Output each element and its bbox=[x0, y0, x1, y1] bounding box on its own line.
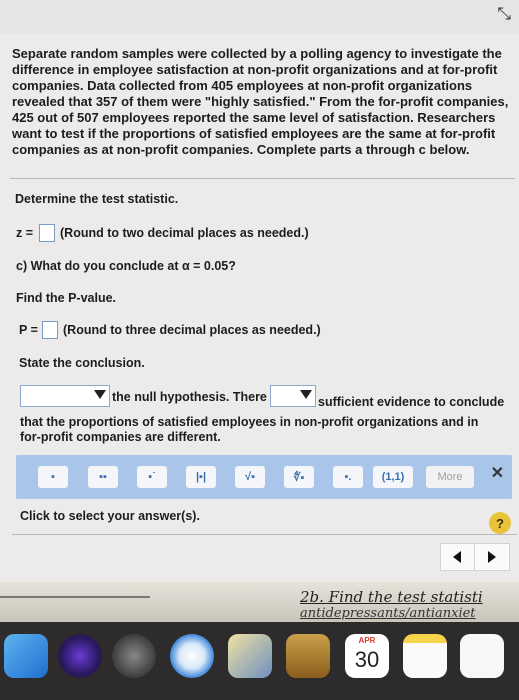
square-root-icon: √▪ bbox=[245, 471, 255, 483]
conclusion-line-2: that the proportions of satisfied employ… bbox=[20, 415, 479, 429]
z-input[interactable] bbox=[39, 224, 55, 242]
expand-icon[interactable]: ⤡ bbox=[497, 4, 511, 24]
nth-root-button[interactable]: ∜▪ bbox=[284, 466, 314, 488]
divider bbox=[10, 178, 515, 179]
decimal-button[interactable]: ▪. bbox=[333, 466, 363, 488]
handwritten-note-1: 2b. Find the test statisti bbox=[300, 588, 483, 606]
mixed-number-icon: ▪▪ bbox=[99, 471, 107, 483]
exponent-icon: ▪˙ bbox=[148, 471, 156, 483]
fraction-button[interactable]: ▪ bbox=[38, 466, 68, 488]
part-c-heading: c) What do you conclude at α = 0.05? bbox=[16, 259, 236, 273]
p-round-note: (Round to three decimal places as needed… bbox=[63, 323, 321, 337]
z-label: z = bbox=[16, 226, 34, 240]
absolute-value-button[interactable]: |▪| bbox=[186, 466, 216, 488]
safari-icon[interactable] bbox=[170, 634, 214, 678]
more-button[interactable]: More bbox=[426, 466, 474, 488]
mixed-number-button[interactable]: ▪▪ bbox=[88, 466, 118, 488]
top-bar: ⤡ bbox=[0, 0, 519, 34]
chevron-down-icon bbox=[300, 390, 312, 399]
decimal-icon: ▪. bbox=[344, 471, 352, 483]
calendar-month: APR bbox=[358, 636, 376, 645]
dock: APR 30 bbox=[0, 622, 519, 700]
next-button[interactable] bbox=[474, 543, 510, 571]
mail-icon[interactable] bbox=[228, 634, 272, 678]
reminders-icon[interactable] bbox=[460, 634, 504, 678]
handwritten-note-2: antidepressants/antianxiet bbox=[300, 606, 476, 621]
interval-icon: (1,1) bbox=[381, 471, 405, 483]
previous-button[interactable] bbox=[440, 543, 476, 571]
p-label: P = bbox=[19, 323, 38, 337]
part-b-heading: Determine the test statistic. bbox=[15, 192, 179, 206]
conclusion-text-mid: the null hypothesis. There bbox=[112, 390, 267, 404]
absolute-value-icon: |▪| bbox=[195, 471, 207, 483]
interval-button[interactable]: (1,1) bbox=[373, 466, 413, 488]
contacts-icon[interactable] bbox=[286, 634, 330, 678]
help-button[interactable]: ? bbox=[489, 512, 511, 534]
nth-root-icon: ∜▪ bbox=[293, 471, 305, 484]
notes-icon[interactable] bbox=[403, 634, 447, 678]
pvalue-prompt: Find the P-value. bbox=[16, 291, 117, 305]
evidence-dropdown[interactable] bbox=[270, 385, 316, 407]
browser-screen: ⤡ Separate random samples were collected… bbox=[0, 0, 519, 590]
launchpad-icon[interactable] bbox=[112, 634, 156, 678]
exponent-button[interactable]: ▪˙ bbox=[137, 466, 167, 488]
calendar-day: 30 bbox=[354, 647, 380, 672]
question-text: Separate random samples were collected b… bbox=[12, 46, 509, 157]
conclusion-line-3: for-profit companies are different. bbox=[20, 430, 221, 444]
p-input[interactable] bbox=[42, 321, 58, 339]
math-toolbar: ▪ ▪▪ ▪˙ |▪| √▪ ∜▪ ▪. (1,1) More ✕ bbox=[16, 455, 512, 499]
siri-icon[interactable] bbox=[58, 634, 102, 678]
close-icon[interactable]: ✕ bbox=[491, 463, 504, 483]
chevron-down-icon bbox=[94, 390, 106, 399]
conclusion-prompt: State the conclusion. bbox=[19, 356, 145, 370]
status-hint: Click to select your answer(s). bbox=[20, 509, 200, 523]
square-root-button[interactable]: √▪ bbox=[235, 466, 265, 488]
z-round-note: (Round to two decimal places as needed.) bbox=[60, 226, 309, 240]
calendar-icon[interactable]: APR 30 bbox=[345, 634, 389, 678]
reject-dropdown[interactable] bbox=[20, 385, 110, 407]
fraction-icon: ▪ bbox=[51, 471, 55, 483]
conclusion-text-end: sufficient evidence to conclude bbox=[318, 395, 505, 409]
ruled-line bbox=[0, 596, 150, 598]
divider bbox=[12, 534, 517, 535]
finder-icon[interactable] bbox=[4, 634, 48, 678]
